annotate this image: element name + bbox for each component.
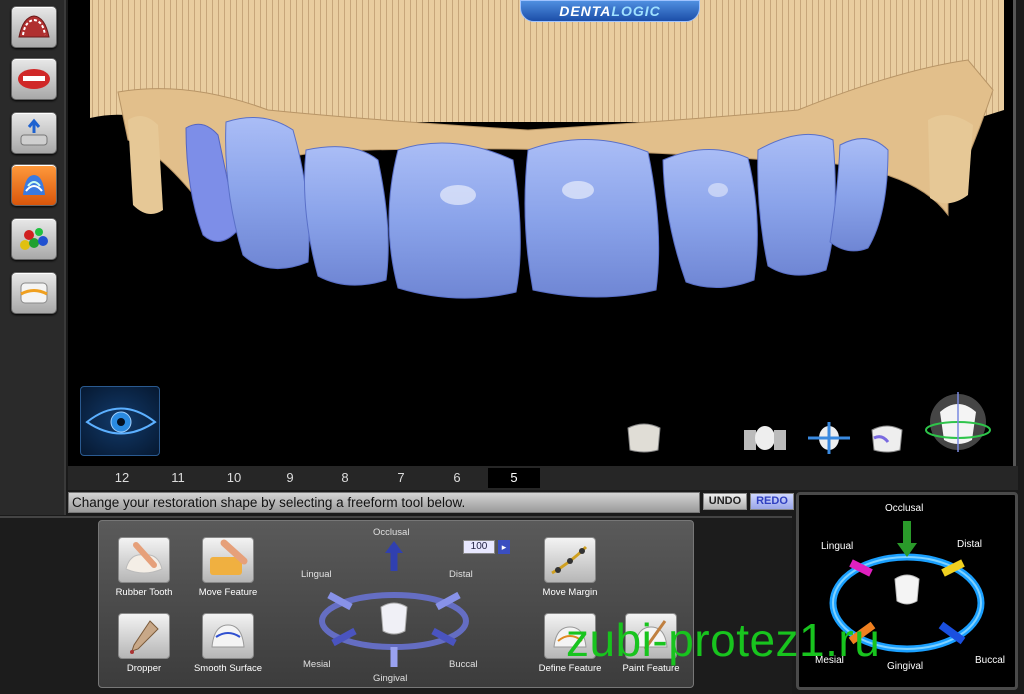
orient-lingual-label: Lingual xyxy=(821,541,854,552)
tooth-tab-5-selected[interactable]: 5 xyxy=(488,468,540,488)
undo-button[interactable]: UNDO xyxy=(703,493,747,510)
color-balls-icon xyxy=(20,228,48,250)
lips-icon xyxy=(18,69,50,89)
logo-text-1: DENTA xyxy=(559,3,612,19)
watermark-text: zubi-protez1.ru xyxy=(566,614,881,666)
tooth-margin-tool-button[interactable] xyxy=(11,272,57,314)
tooth-tab-7[interactable]: 7 xyxy=(381,468,421,488)
lips-tool-button[interactable] xyxy=(11,58,57,100)
chevron-right-icon: ▸ xyxy=(501,542,507,552)
arch-model-tool-button[interactable] xyxy=(11,6,57,48)
tooth-tab-6[interactable]: 6 xyxy=(437,468,477,488)
direction-gingival-label: Gingival xyxy=(373,673,408,684)
color-balls-tool-button[interactable] xyxy=(11,218,57,260)
direction-buccal-label: Buccal xyxy=(449,659,478,670)
direction-lingual-label: Lingual xyxy=(301,569,332,580)
rubber-tooth-tool[interactable]: Rubber Tooth xyxy=(105,537,183,603)
tooth-tab-11[interactable]: 11 xyxy=(158,468,198,488)
3d-viewport[interactable]: DENTA LOGIC xyxy=(68,0,1016,466)
move-margin-icon xyxy=(551,545,588,575)
strength-value-input[interactable]: 100 xyxy=(463,540,495,554)
tooth-occlusal-view-icon[interactable] xyxy=(624,418,664,456)
smooth-surface-label: Smooth Surface xyxy=(193,663,263,674)
tooth-pair-icon[interactable] xyxy=(742,418,788,456)
eye-icon xyxy=(85,407,157,435)
dropper-tool[interactable]: Dropper xyxy=(105,613,183,679)
direction-occlusal-label: Occlusal xyxy=(373,527,410,538)
instruction-text: Change your restoration shape by selecti… xyxy=(68,492,700,513)
logo-text-2: LOGIC xyxy=(611,3,661,19)
strength-arrow-button[interactable]: ▸ xyxy=(498,540,510,554)
dental-arch-model xyxy=(90,0,1004,299)
tooth-layers-tool-button[interactable] xyxy=(11,164,57,206)
left-toolbar xyxy=(0,0,66,515)
tooth-tab-10[interactable]: 10 xyxy=(214,468,254,488)
move-feature-tool[interactable]: Move Feature xyxy=(189,537,267,603)
rubber-tooth-label: Rubber Tooth xyxy=(115,587,173,598)
orient-occlusal-label: Occlusal xyxy=(885,503,924,514)
dropper-icon xyxy=(130,620,159,654)
tooth-margin-icon xyxy=(20,282,48,304)
tooth-tab-8[interactable]: 8 xyxy=(325,468,365,488)
orient-gingival-label: Gingival xyxy=(887,661,924,672)
dentalogic-logo: DENTA LOGIC xyxy=(520,0,700,22)
rubber-tooth-icon xyxy=(125,542,163,574)
visibility-eye-button[interactable] xyxy=(80,386,160,456)
dentalogic-app: DENTA LOGIC 12 11 10 9 8 7 6 5 Change you… xyxy=(0,0,1024,694)
smooth-surface-icon xyxy=(211,624,245,648)
orient-distal-label: Distal xyxy=(957,539,983,550)
tooth-insert-tool-button[interactable] xyxy=(11,112,57,154)
tooth-transform-icon[interactable] xyxy=(806,418,852,456)
tooth-insert-icon xyxy=(20,118,48,146)
move-margin-label: Move Margin xyxy=(542,587,598,598)
direction-mesial-label: Mesial xyxy=(303,659,331,670)
tooth-rotate-view-icon[interactable] xyxy=(922,390,994,454)
tooth-layers-icon xyxy=(23,175,45,195)
orient-buccal-label: Buccal xyxy=(975,655,1006,666)
tooth-single-icon[interactable] xyxy=(868,418,906,456)
move-margin-tool[interactable]: Move Margin xyxy=(531,537,609,603)
tooth-number-tabs: 12 11 10 9 8 7 6 5 xyxy=(68,466,1018,490)
tooth-tab-9[interactable]: 9 xyxy=(270,468,310,488)
redo-button[interactable]: REDO xyxy=(750,493,794,510)
tooth-tab-12[interactable]: 12 xyxy=(102,468,142,488)
arch-model-icon xyxy=(18,15,50,38)
move-feature-icon xyxy=(210,539,248,575)
smooth-surface-tool[interactable]: Smooth Surface xyxy=(189,613,267,679)
move-feature-label: Move Feature xyxy=(198,587,258,598)
dropper-label: Dropper xyxy=(126,663,162,674)
direction-distal-label: Distal xyxy=(449,569,473,580)
